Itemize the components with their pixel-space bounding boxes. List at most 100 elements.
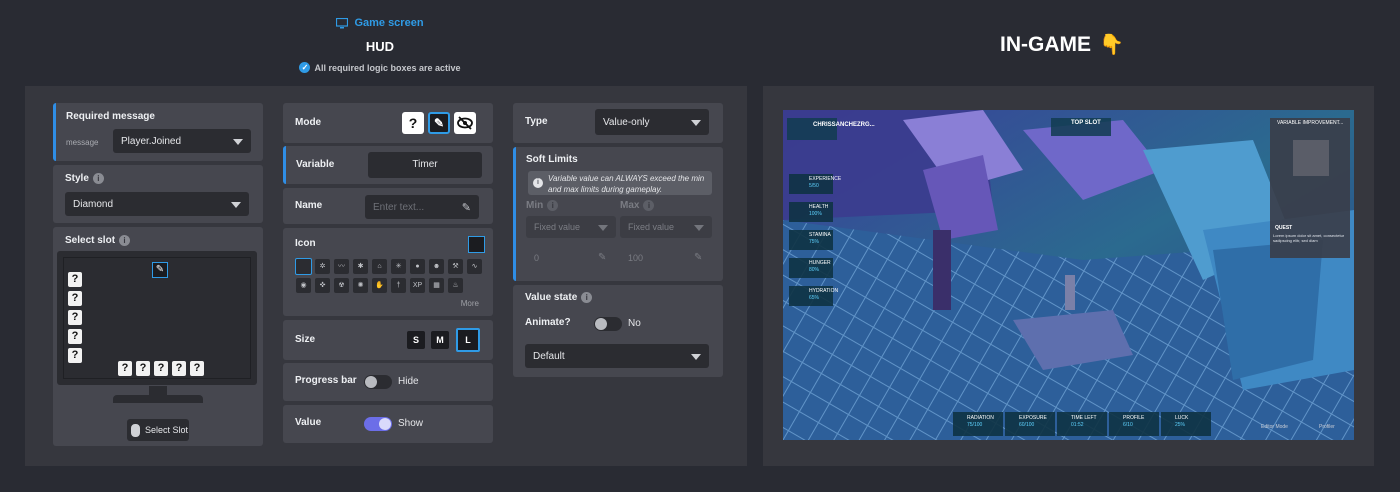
chevron-down-icon (691, 120, 701, 126)
slot[interactable]: ? (136, 361, 150, 376)
stat-exposure: EXPOSURE 60/100 (1019, 415, 1047, 428)
soft-limits-note: i Variable value can ALWAYS exceed the mi… (528, 171, 712, 195)
game-screen-label: Game screen (290, 17, 470, 29)
max-mode-dropdown[interactable]: Fixed value (620, 216, 712, 238)
screen-area: ✎ ? ? ? ? ? ? ? ? ? ? (63, 257, 251, 379)
name-card: Name Enter text... ✎ (283, 188, 493, 224)
pencil-icon: ✎ (694, 252, 703, 263)
style-dropdown[interactable]: Diamond (65, 192, 249, 216)
selected-slot[interactable]: ✎ (152, 262, 168, 278)
pulse-icon[interactable]: ∿ (467, 259, 482, 274)
status-line: ✓ All required logic boxes are active (290, 62, 470, 73)
sparkle-icon[interactable]: ✲ (315, 259, 330, 274)
info-icon: i (643, 200, 655, 211)
slot[interactable]: ? (68, 329, 82, 344)
value-card: Value Show (283, 405, 493, 443)
slot[interactable]: ? (68, 310, 82, 325)
ingame-title: IN-GAME 👇 (1000, 32, 1124, 57)
chevron-down-icon (598, 225, 608, 231)
select-slot-button[interactable]: Select Slot (127, 419, 189, 441)
stat-stamina: STAMINA 75% (809, 232, 831, 245)
blank-icon[interactable] (295, 258, 312, 275)
quest-label: QUEST (1275, 225, 1293, 231)
editor-panel: Required message message Player.Joined S… (25, 86, 747, 466)
info-icon: i (547, 200, 559, 211)
slot[interactable]: ? (68, 348, 82, 363)
flame-icon[interactable]: ♨ (448, 278, 463, 293)
slot[interactable]: ? (172, 361, 186, 376)
required-message-card: Required message message Player.Joined (53, 103, 263, 161)
value-state-card: Value state i Animate? No Default (513, 285, 723, 377)
min-value-input[interactable]: 0 (534, 253, 539, 263)
name-input[interactable]: Enter text... ✎ (365, 195, 479, 219)
hud-title: HUD (365, 39, 395, 54)
editor-mode-label[interactable]: Editor Mode (1261, 424, 1288, 430)
hud-header: Game screen HUD ✓ All required logic box… (290, 17, 470, 73)
mode-edit-button[interactable]: ✎ (428, 112, 450, 134)
slot[interactable]: ? (68, 291, 82, 306)
game-screenshot: CHRISSANCHEZRG... TOP SLOT VARIABLE IMPR… (783, 110, 1354, 440)
size-m-button[interactable]: M (431, 331, 449, 349)
progress-bar-toggle[interactable] (364, 375, 392, 389)
bomb-icon[interactable]: ● (410, 259, 425, 274)
pencil-icon: ✎ (461, 202, 471, 214)
info-icon[interactable]: i (92, 173, 104, 184)
soft-limits-card: Soft Limits i Variable value can ALWAYS e… (513, 147, 723, 281)
chevron-down-icon (694, 225, 704, 231)
variable-card: Variable Timer (283, 146, 493, 184)
pointing-down-icon: 👇 (1099, 34, 1124, 56)
size-s-button[interactable]: S (407, 331, 425, 349)
info-icon[interactable]: i (581, 292, 593, 303)
stat-radiation: RADIATION 75/100 (967, 415, 994, 428)
spider-icon[interactable]: ✳ (391, 259, 406, 274)
min-mode-dropdown[interactable]: Fixed value (526, 216, 616, 238)
radiation-icon[interactable]: ☢ (334, 278, 349, 293)
variable-title: VARIABLE IMPROVEMENT... (1277, 120, 1344, 126)
stat-profile: PROFILE 6/10 (1123, 415, 1145, 428)
stat-luck: LUCK 25% (1175, 415, 1189, 428)
top-slot-label: TOP SLOT (1071, 120, 1101, 126)
stat-time-left: TIME LEFT 01:52 (1071, 415, 1097, 428)
skull-icon[interactable]: ☻ (429, 259, 444, 274)
animate-toggle[interactable] (594, 317, 622, 331)
size-card: Size S M L (283, 320, 493, 360)
slot[interactable]: ? (68, 272, 82, 287)
sword-icon[interactable]: † (391, 278, 406, 293)
size-l-button[interactable]: L (456, 328, 480, 352)
quest-text: Lorem ipsum dolor sit amet, consectetur … (1273, 233, 1345, 243)
info-icon[interactable]: i (119, 235, 131, 246)
more-link[interactable]: More (461, 299, 479, 308)
player-name: CHRISSANCHEZRG... (813, 122, 875, 128)
eye-off-icon (457, 116, 473, 130)
max-value-input[interactable]: 100 (628, 253, 643, 263)
check-circle-icon: ✓ (299, 62, 311, 73)
virus-icon[interactable]: ✺ (353, 278, 368, 293)
stat-hydration: HYDRATION 65% (809, 288, 839, 301)
select-slot-card: Select slot i ✎ ? ? ? ? ? ? ? ? ? ? Selec… (53, 227, 263, 446)
preset-dropdown[interactable]: Default (525, 344, 709, 368)
mode-question-button[interactable]: ? (402, 112, 424, 134)
xp-icon[interactable]: XP (410, 278, 425, 293)
mode-hide-button[interactable] (454, 112, 476, 134)
profiler-label[interactable]: Profiler (1319, 424, 1335, 430)
map-icon[interactable]: ▦ (429, 278, 444, 293)
slot[interactable]: ? (190, 361, 204, 376)
tent-icon[interactable]: ⌂ (372, 259, 387, 274)
wave-icon[interactable]: 〰 (334, 259, 349, 274)
gamepad-icon[interactable]: ✜ (315, 278, 330, 293)
message-dropdown[interactable]: Player.Joined (113, 129, 251, 153)
monitor-preview: ✎ ? ? ? ? ? ? ? ? ? ? (57, 251, 257, 385)
hand-icon[interactable]: ✋ (372, 278, 387, 293)
ingame-viewer: CHRISSANCHEZRG... TOP SLOT VARIABLE IMPR… (763, 86, 1374, 466)
type-dropdown[interactable]: Value-only (595, 109, 709, 135)
bug-icon[interactable]: ✱ (353, 259, 368, 274)
wrench-icon[interactable]: ⚒ (448, 259, 463, 274)
variable-select-button[interactable]: Timer (368, 152, 482, 178)
value-toggle[interactable] (364, 417, 392, 431)
icon-preview[interactable] (468, 236, 485, 253)
coin-icon[interactable]: ◉ (296, 278, 311, 293)
game-scene (783, 110, 1354, 440)
slot[interactable]: ? (118, 361, 132, 376)
slot[interactable]: ? (154, 361, 168, 376)
stat-health: HEALTH 100% (809, 204, 829, 217)
